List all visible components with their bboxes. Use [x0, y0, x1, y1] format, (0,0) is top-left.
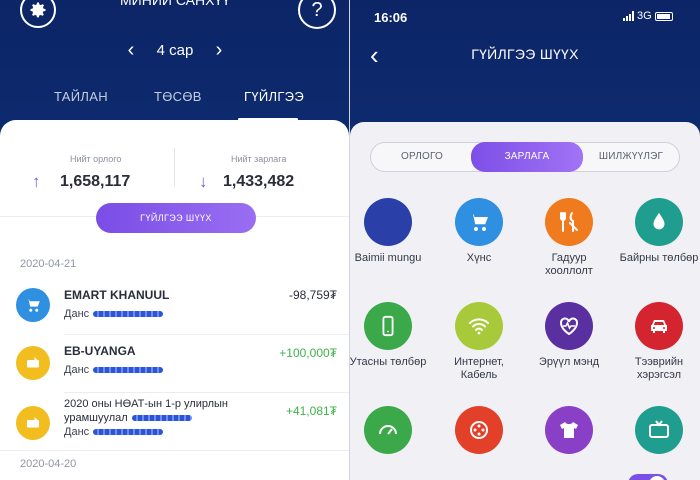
category-label: Тээврийн хэрэгсэл — [634, 356, 684, 381]
fork-knife-icon — [545, 198, 593, 246]
transactions-screen: МИНИЙ САНХҮҮ ? ‹ 4 сар › ТАЙЛАН ТӨСӨВ ГҮ… — [0, 0, 349, 480]
segment-transfer[interactable]: ШИЛЖҮҮЛЭГ — [581, 143, 681, 171]
heart-icon — [545, 302, 593, 350]
phone-icon — [364, 302, 412, 350]
cart-icon — [455, 198, 503, 246]
circle-icon — [364, 198, 412, 246]
toggle-switch[interactable] — [628, 474, 668, 480]
category-item[interactable]: Хүнс — [439, 198, 519, 288]
transfer-icon — [16, 406, 50, 440]
redacted-account — [93, 367, 164, 374]
redacted-account — [93, 429, 164, 436]
row-divider — [64, 392, 349, 393]
income-label: Нийт орлого — [70, 154, 122, 164]
account-line: Данс — [64, 426, 164, 438]
tab-report[interactable]: ТАЙЛАН — [54, 89, 108, 104]
category-label: Гадуур хооллолт — [545, 252, 593, 277]
account-line: Данс — [64, 308, 164, 320]
tab-budget[interactable]: ТӨСӨВ — [154, 89, 202, 104]
category-item[interactable]: Baimii mungu — [350, 198, 428, 288]
arrow-down-icon: ↓ — [199, 172, 208, 191]
income-summary: Нийт орлого ↑ 1,658,117 — [0, 144, 170, 192]
category-item[interactable]: Эрүүл мэнд — [529, 302, 609, 392]
help-button[interactable]: ? — [298, 0, 336, 29]
water-drop-icon — [635, 198, 683, 246]
redacted-account — [93, 311, 164, 318]
tab-bar: ТАЙЛАН ТӨСӨВ ГҮЙЛГЭЭ — [0, 82, 349, 122]
account-label: Данс — [64, 308, 90, 320]
segment-expense[interactable]: ЗАРЛАГА — [471, 142, 583, 172]
tab-transactions[interactable]: ГҮЙЛГЭЭ — [244, 89, 304, 104]
category-item[interactable]: Гадуур хооллолт — [529, 198, 609, 288]
category-label: Эрүүл мэнд — [538, 356, 600, 368]
filter-screen: 16:06 3G ‹ ГҮЙЛГЭЭ ШҮҮХ ОРЛОГО ЗАРЛАГА Ш… — [350, 0, 700, 480]
account-line: Данс — [64, 364, 164, 376]
category-item[interactable] — [619, 406, 699, 480]
transaction-amount: +100,000₮ — [279, 346, 337, 360]
chevron-left-icon[interactable]: ‹ — [122, 39, 140, 62]
date-header: 2020-04-20 — [20, 458, 77, 470]
type-segmented-control: ОРЛОГО ЗАРЛАГА ШИЛЖҮҮЛЭГ — [370, 142, 680, 172]
status-time: 16:06 — [374, 10, 408, 25]
category-item[interactable] — [439, 406, 519, 480]
category-label: Интернет, Кабель — [454, 356, 504, 381]
date-header: 2020-04-21 — [20, 258, 77, 270]
wifi-icon — [455, 302, 503, 350]
expense-summary: Нийт зарлага ↓ 1,433,482 — [175, 144, 345, 192]
screen-title: ГҮЙЛГЭЭ ШҮҮХ — [471, 46, 579, 62]
category-item[interactable]: Байрны төлбөр — [619, 198, 699, 288]
tv-icon — [635, 406, 683, 454]
summary-divider — [174, 148, 175, 186]
account-label: Данс — [64, 364, 90, 376]
gauge-icon — [364, 406, 412, 454]
category-item[interactable] — [350, 406, 428, 480]
screen-title: МИНИЙ САНХҮҮ — [119, 0, 230, 8]
category-item[interactable]: Интернет, Кабель — [439, 302, 519, 392]
row-divider — [64, 334, 349, 335]
signal-icon — [623, 11, 634, 21]
gear-icon — [30, 2, 46, 18]
battery-icon — [654, 11, 673, 21]
transaction-name: EMART KHANUUL — [64, 288, 170, 302]
category-item[interactable]: Утасны төлбөр — [350, 302, 428, 392]
period-selector: ‹ 4 сар › — [122, 38, 228, 62]
transaction-amount: +41,081₮ — [285, 404, 337, 418]
transactions-card: Нийт орлого ↑ 1,658,117 Нийт зарлага ↓ 1… — [0, 120, 349, 480]
network-type: 3G — [637, 10, 652, 22]
transaction-name-line2: урамшуулал — [64, 412, 192, 424]
transaction-name: 2020 оны НӨАТ-ын 1-р улирлын — [64, 398, 228, 410]
arrow-up-icon: ↑ — [32, 172, 41, 191]
row-divider — [0, 450, 349, 451]
transaction-name: EB-UYANGA — [64, 344, 136, 358]
income-value: 1,658,117 — [60, 173, 131, 190]
status-indicators: 3G — [623, 10, 673, 22]
expense-label: Нийт зарлага — [231, 154, 287, 164]
category-label: Байрны төлбөр — [619, 252, 699, 264]
category-label: Хүнс — [466, 252, 492, 264]
category-item[interactable]: Тээврийн хэрэгсэл — [619, 302, 699, 392]
shirt-icon — [545, 406, 593, 454]
segment-income[interactable]: ОРЛОГО — [371, 143, 473, 171]
filter-card: ОРЛОГО ЗАРЛАГА ШИЛЖҮҮЛЭГ Baimii mungu Хү… — [350, 122, 700, 480]
car-icon — [635, 302, 683, 350]
category-label: Baimii mungu — [354, 252, 422, 264]
transaction-amount: -98,759₮ — [288, 288, 337, 302]
period-label: 4 сар — [156, 41, 194, 59]
transfer-icon — [16, 346, 50, 380]
film-icon — [455, 406, 503, 454]
category-label: Утасны төлбөр — [350, 356, 427, 368]
settings-button[interactable] — [20, 0, 56, 28]
transaction-row[interactable]: EMART KHANUUL Данс -98,759₮ — [0, 278, 349, 336]
filter-transactions-button[interactable]: ГҮЙЛГЭЭ ШҮҮХ — [96, 203, 256, 233]
transaction-row[interactable]: 2020 оны НӨАТ-ын 1-р улирлын урамшуулал … — [0, 394, 349, 452]
category-item[interactable] — [529, 406, 609, 480]
chevron-right-icon[interactable]: › — [210, 39, 228, 62]
expense-value: 1,433,482 — [223, 173, 295, 190]
cart-icon — [16, 288, 50, 322]
redacted-text — [131, 415, 192, 422]
transaction-row[interactable]: EB-UYANGA Данс +100,000₮ — [0, 336, 349, 394]
account-label: Данс — [64, 426, 90, 438]
